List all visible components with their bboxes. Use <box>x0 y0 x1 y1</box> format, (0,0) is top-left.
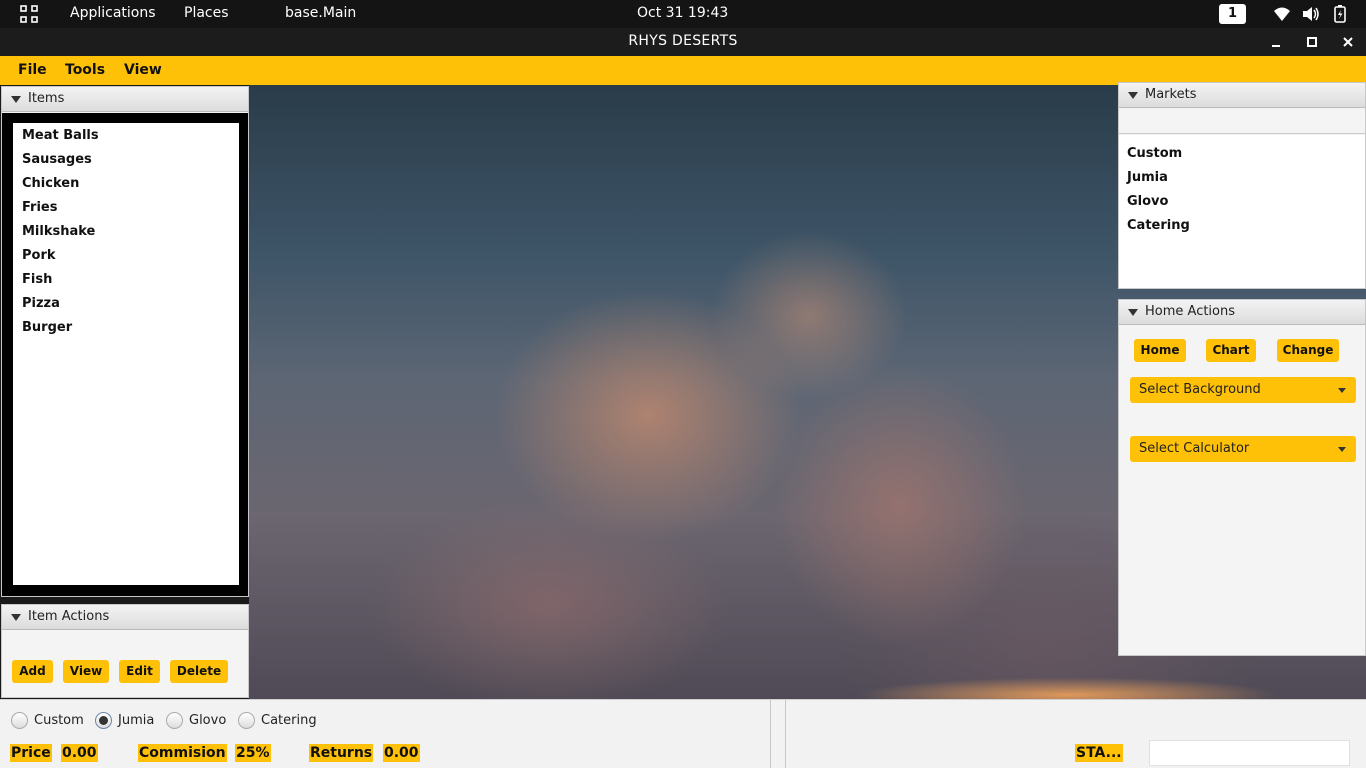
wifi-icon[interactable] <box>1273 5 1291 23</box>
radio-label: Glovo <box>189 713 227 728</box>
active-app-label[interactable]: base.Main <box>285 5 356 21</box>
home-button[interactable]: Home <box>1134 339 1186 362</box>
returns-value: 0.00 <box>383 744 420 762</box>
triangle-down-icon[interactable] <box>1128 92 1138 99</box>
workspace-indicator[interactable]: 1 <box>1219 4 1246 24</box>
radio-label: Jumia <box>118 713 155 728</box>
price-label: Price <box>10 744 52 762</box>
items-pane: Items Meat Balls Sausages Chicken Fries … <box>1 86 249 597</box>
status-label: STA... <box>1075 744 1123 762</box>
triangle-down-icon[interactable] <box>1128 309 1138 316</box>
minimize-icon[interactable] <box>1266 32 1286 52</box>
item-actions-title: Item Actions <box>28 609 110 624</box>
returns-label: Returns <box>309 744 374 762</box>
grid-icon[interactable] <box>20 5 38 23</box>
menu-bar: File Tools View <box>0 56 1366 85</box>
triangle-down-icon[interactable] <box>11 614 21 621</box>
markets-list[interactable]: Custom Jumia Glovo Catering <box>1119 135 1365 288</box>
commission-value: 25% <box>235 744 271 762</box>
chevron-down-icon <box>1338 388 1346 393</box>
price-value: 0.00 <box>61 744 98 762</box>
list-item[interactable]: Pizza <box>22 296 60 311</box>
radio-circle[interactable] <box>238 712 255 729</box>
radio-circle-selected[interactable] <box>95 712 112 729</box>
clock[interactable]: Oct 31 19:43 <box>637 5 728 21</box>
radio-circle[interactable] <box>166 712 183 729</box>
system-top-bar: Applications Places base.Main Oct 31 19:… <box>0 0 1366 28</box>
status-field[interactable] <box>1149 740 1350 766</box>
items-pane-header[interactable]: Items <box>2 87 248 112</box>
items-list-frame: Meat Balls Sausages Chicken Fries Milksh… <box>2 113 248 596</box>
home-actions-title: Home Actions <box>1145 304 1236 319</box>
markets-pane-header[interactable]: Markets <box>1119 83 1365 108</box>
chart-button[interactable]: Chart <box>1206 339 1256 362</box>
window-title: RHYS DESERTS <box>628 33 738 49</box>
home-actions-header[interactable]: Home Actions <box>1119 300 1365 325</box>
radio-label: Catering <box>261 713 317 728</box>
edit-button[interactable]: Edit <box>119 660 160 683</box>
radio-label: Custom <box>34 713 84 728</box>
item-actions-header[interactable]: Item Actions <box>2 605 248 630</box>
delete-button[interactable]: Delete <box>170 660 228 683</box>
list-item[interactable]: Sausages <box>22 152 92 167</box>
markets-pane: Markets Custom Jumia Glovo Catering <box>1118 82 1366 289</box>
radio-circle[interactable] <box>11 712 28 729</box>
triangle-down-icon[interactable] <box>11 96 21 103</box>
list-item[interactable]: Burger <box>22 320 72 335</box>
items-pane-title: Items <box>28 91 65 106</box>
list-item[interactable]: Milkshake <box>22 224 95 239</box>
window-title-bar[interactable]: RHYS DESERTS <box>0 28 1366 56</box>
select-background-combo[interactable]: Select Background <box>1130 377 1356 403</box>
list-item[interactable]: Pork <box>22 248 56 263</box>
view-button[interactable]: View <box>63 660 109 683</box>
commission-label: Commision <box>138 744 227 762</box>
volume-icon[interactable] <box>1302 5 1320 23</box>
add-button[interactable]: Add <box>12 660 53 683</box>
split-divider[interactable] <box>770 700 771 768</box>
select-calculator-label: Select Calculator <box>1139 441 1250 456</box>
list-item[interactable]: Meat Balls <box>22 128 99 143</box>
list-item[interactable]: Custom <box>1127 146 1182 161</box>
list-item[interactable]: Chicken <box>22 176 79 191</box>
list-item[interactable]: Jumia <box>1127 170 1168 185</box>
chevron-down-icon <box>1338 447 1346 452</box>
menu-file[interactable]: File <box>18 62 47 78</box>
menu-view[interactable]: View <box>124 62 162 78</box>
markets-pane-title: Markets <box>1145 87 1197 102</box>
list-item[interactable]: Fish <box>22 272 52 287</box>
maximize-icon[interactable] <box>1302 32 1322 52</box>
markets-search-field[interactable] <box>1119 109 1365 134</box>
close-icon[interactable] <box>1338 32 1358 52</box>
menu-tools[interactable]: Tools <box>65 62 105 78</box>
cloud-glow <box>769 655 1366 699</box>
home-actions-pane: Home Actions Home Chart Change Select Ba… <box>1118 299 1366 656</box>
applications-menu[interactable]: Applications <box>70 5 156 21</box>
select-calculator-combo[interactable]: Select Calculator <box>1130 436 1356 462</box>
battery-icon[interactable] <box>1331 5 1349 23</box>
select-background-label: Select Background <box>1139 382 1261 397</box>
items-list[interactable]: Meat Balls Sausages Chicken Fries Milksh… <box>13 123 239 585</box>
list-item[interactable]: Fries <box>22 200 57 215</box>
list-item[interactable]: Glovo <box>1127 194 1168 209</box>
split-divider[interactable] <box>785 700 786 768</box>
change-button[interactable]: Change <box>1277 339 1339 362</box>
places-menu[interactable]: Places <box>184 5 229 21</box>
list-item[interactable]: Catering <box>1127 218 1190 233</box>
item-actions-pane: Item Actions Add View Edit Delete <box>1 604 249 698</box>
bottom-status-area: Custom Jumia Glovo Catering Price 0.00 C… <box>0 699 1366 768</box>
